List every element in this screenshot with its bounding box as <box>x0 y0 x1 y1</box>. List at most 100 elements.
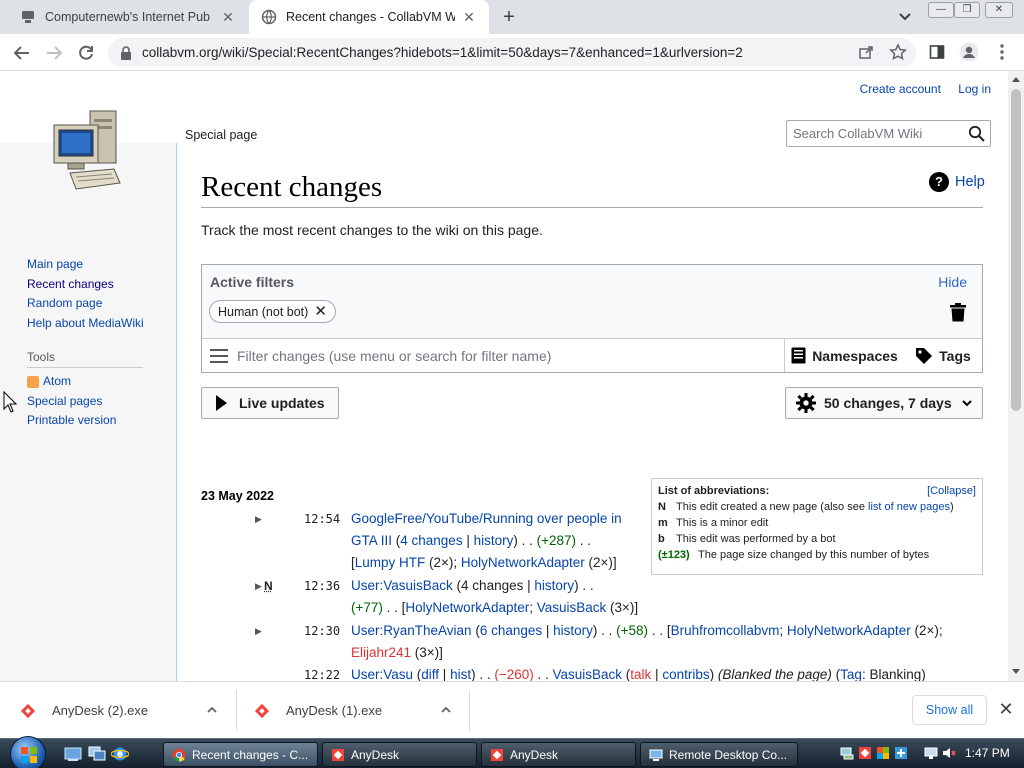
tab-search-chevron-icon[interactable] <box>895 9 915 25</box>
expand-arrow-icon[interactable]: ▶ <box>255 620 262 642</box>
live-updates-button[interactable]: Live updates <box>201 387 339 419</box>
wiki-logo-computer-icon[interactable] <box>50 107 124 193</box>
history-link[interactable]: history <box>553 623 593 638</box>
browser-toolbar: collabvm.org/wiki/Special:RecentChanges?… <box>0 34 1024 71</box>
side-panel-icon[interactable] <box>926 41 948 63</box>
show-all-downloads-button[interactable]: Show all <box>912 695 987 725</box>
user-link[interactable]: VasuisBack <box>537 600 607 615</box>
bookmark-star-icon[interactable] <box>887 41 909 63</box>
user-link-redlink[interactable]: Elijahr241 <box>351 645 411 660</box>
talk-link[interactable]: talk <box>630 667 651 681</box>
tags-button[interactable]: Tags <box>904 339 982 372</box>
minimize-window-icon[interactable]: — <box>928 2 954 18</box>
changes-count-link[interactable]: 4 changes <box>400 533 462 548</box>
maximize-window-icon[interactable]: ❐ <box>954 2 980 18</box>
hide-filters-link[interactable]: Hide <box>938 274 967 290</box>
anydesk-tray-icon[interactable] <box>858 746 872 760</box>
lock-icon[interactable] <box>120 45 132 60</box>
download-item[interactable]: AnyDesk (2).exe <box>20 682 230 739</box>
download-item[interactable]: AnyDesk (1).exe <box>254 682 464 739</box>
sidebar-item-help[interactable]: Help about MediaWiki <box>27 314 144 334</box>
expand-arrow-icon[interactable]: ▶ <box>255 508 262 530</box>
address-bar[interactable]: collabvm.org/wiki/Special:RecentChanges?… <box>108 38 916 67</box>
show-desktop-icon[interactable] <box>64 746 82 762</box>
taskbar-item-anydesk-1[interactable]: AnyDesk <box>322 742 477 767</box>
scroll-thumb[interactable] <box>1011 89 1021 411</box>
close-tab-icon[interactable]: ✕ <box>461 9 477 25</box>
browser-tab-recent-changes[interactable]: Recent changes - CollabVM Wiki ✕ <box>249 0 489 34</box>
share-icon[interactable] <box>855 41 877 63</box>
forward-arrow-icon[interactable] <box>42 41 66 65</box>
help-link[interactable]: ? Help <box>929 172 985 192</box>
filter-changes-input[interactable]: Filter changes (use menu or search for f… <box>202 339 784 372</box>
new-tab-plus-icon[interactable]: + <box>497 6 521 30</box>
changes-count-link[interactable]: 6 changes <box>480 623 542 638</box>
scroll-up-icon[interactable] <box>1012 77 1020 82</box>
close-window-icon[interactable]: ✕ <box>985 2 1013 18</box>
network-tray-icon[interactable] <box>840 746 854 760</box>
trash-icon[interactable] <box>950 303 966 322</box>
page-link[interactable]: User:Vasu <box>351 667 413 681</box>
sidebar-item-random-page[interactable]: Random page <box>27 294 144 314</box>
taskbar-clock[interactable]: 1:47 PM <box>965 746 1010 760</box>
page-link[interactable]: GoogleFree/YouTube/Running over people i… <box>351 511 622 526</box>
sidebar-item-printable-version[interactable]: Printable version <box>27 411 116 431</box>
search-icon[interactable] <box>968 125 985 142</box>
page-link[interactable]: User:VasuisBack <box>351 578 453 593</box>
sidebar-item-recent-changes[interactable]: Recent changes <box>27 275 144 295</box>
taskbar-item-anydesk-2[interactable]: AnyDesk <box>481 742 636 767</box>
history-link[interactable]: history <box>474 533 514 548</box>
page-scrollbar[interactable] <box>1008 71 1024 681</box>
monitor-tray-icon[interactable] <box>924 746 938 760</box>
user-link[interactable]: HolyNetworkAdapter <box>461 555 585 570</box>
browser-tab-pub-hub[interactable]: Computernewb's Internet Pub Hu ✕ <box>8 0 248 34</box>
update-tray-icon[interactable] <box>894 746 908 760</box>
close-tab-icon[interactable]: ✕ <box>220 9 236 25</box>
back-arrow-icon[interactable] <box>10 41 34 65</box>
close-downloads-icon[interactable]: ✕ <box>997 700 1015 718</box>
mouse-cursor-icon <box>3 391 17 413</box>
diff-link[interactable]: diff <box>421 667 439 681</box>
tab-special-page[interactable]: Special page <box>177 123 266 151</box>
security-tray-icon[interactable] <box>876 746 890 760</box>
user-link[interactable]: Bruhfromcollabvm <box>671 623 780 638</box>
wiki-search-input[interactable]: Search CollabVM Wiki <box>786 120 991 147</box>
volume-muted-icon[interactable] <box>942 746 956 760</box>
create-account-link[interactable]: Create account <box>860 82 941 96</box>
internet-explorer-icon[interactable] <box>111 746 129 762</box>
chevron-up-icon[interactable] <box>206 704 218 716</box>
user-link[interactable]: HolyNetworkAdapter <box>405 600 529 615</box>
hist-link[interactable]: hist <box>450 667 471 681</box>
chevron-up-icon[interactable] <box>440 704 452 716</box>
user-link[interactable]: VasuisBack <box>553 667 623 681</box>
taskbar-item-remote-desktop[interactable]: Remote Desktop Co... <box>640 742 798 767</box>
taskbar-item-chrome[interactable]: Recent changes - C... <box>163 742 318 767</box>
legend-desc: This is a minor edit <box>676 517 769 529</box>
reload-icon[interactable] <box>74 41 98 65</box>
expand-arrow-icon[interactable]: ▶ <box>255 575 262 597</box>
changes-limit-button[interactable]: 50 changes, 7 days <box>785 387 983 419</box>
legend-collapse-link[interactable]: [Collapse] <box>927 485 976 497</box>
history-link[interactable]: history <box>534 578 574 593</box>
remove-filter-icon[interactable]: ✕ <box>314 304 327 319</box>
log-in-link[interactable]: Log in <box>958 82 991 96</box>
browser-menu-icon[interactable] <box>991 41 1013 63</box>
filter-chip-human[interactable]: Human (not bot) ✕ <box>209 300 336 323</box>
sidebar-item-special-pages[interactable]: Special pages <box>27 392 116 412</box>
page-link-cont[interactable]: GTA III <box>351 533 392 548</box>
scroll-down-icon[interactable] <box>1012 669 1020 674</box>
hamburger-menu-icon[interactable] <box>210 348 228 363</box>
window-switcher-icon[interactable] <box>88 746 106 762</box>
profile-avatar-icon[interactable] <box>958 41 980 63</box>
page-link[interactable]: User:RyanTheAvian <box>351 623 472 638</box>
new-pages-link[interactable]: list of new pages <box>868 501 950 513</box>
sidebar-item-main-page[interactable]: Main page <box>27 255 144 275</box>
tag-link[interactable]: Tag <box>840 667 862 681</box>
namespaces-button[interactable]: Namespaces <box>784 339 904 372</box>
user-link[interactable]: HolyNetworkAdapter <box>787 623 911 638</box>
start-button[interactable] <box>10 736 46 768</box>
tools-heading: Tools <box>27 350 143 368</box>
user-link[interactable]: Lumpy HTF <box>355 555 426 570</box>
sidebar-item-atom[interactable]: Atom <box>27 372 116 392</box>
contribs-link[interactable]: contribs <box>662 667 709 681</box>
